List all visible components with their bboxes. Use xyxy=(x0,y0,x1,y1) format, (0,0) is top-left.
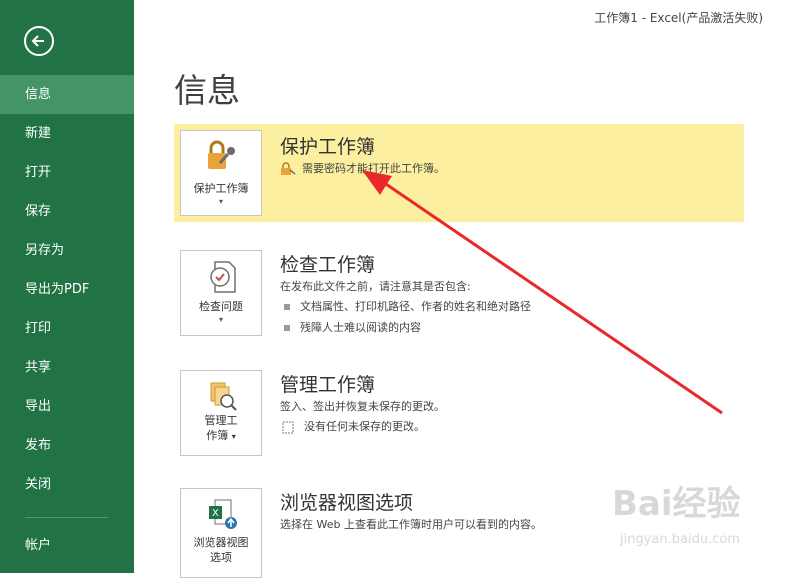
watermark-main: Bai经验 xyxy=(612,484,741,524)
watermark-url: jingyan.baidu.com xyxy=(620,532,740,547)
baidu-watermark-logo: Bai经验 jingyan.baidu.com xyxy=(612,476,741,547)
